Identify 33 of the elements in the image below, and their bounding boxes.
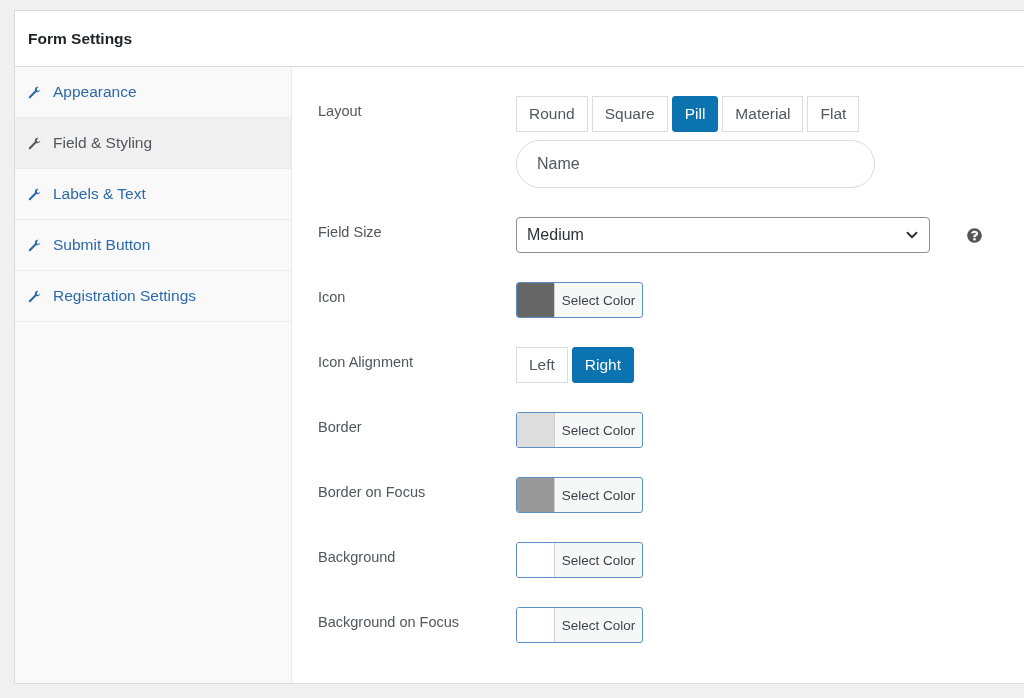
panel-title: Form Settings [28, 29, 133, 48]
option-button[interactable]: Left [516, 347, 568, 383]
setting-label: Background [318, 548, 397, 565]
wrench-icon [28, 289, 41, 303]
option-button[interactable]: Pill [671, 96, 719, 132]
color-picker-button[interactable]: Select Color [516, 412, 643, 448]
setting-label: Icon Alignment [318, 353, 415, 370]
color-picker-button[interactable]: Select Color [516, 477, 643, 513]
setting-label: Field Size [318, 223, 383, 240]
setting-label: Background on Focus [318, 613, 461, 630]
color-picker-button[interactable]: Select Color [516, 282, 643, 318]
sidebar-item[interactable]: Field & Styling [15, 118, 291, 169]
color-picker-button[interactable]: Select Color [516, 542, 643, 578]
field-size-dropdown[interactable]: Medium [516, 217, 930, 253]
wrench-icon [28, 238, 41, 252]
setting-label: Icon [318, 288, 347, 305]
sidebar-item[interactable]: Labels & Text [15, 169, 291, 220]
setting-label: Border on Focus [318, 483, 427, 500]
sidebar-item[interactable]: Submit Button [15, 220, 291, 271]
wrench-icon [28, 136, 41, 150]
option-button[interactable]: Square [591, 96, 668, 132]
setting-label: Layout [318, 102, 363, 119]
option-button[interactable]: Round [516, 96, 588, 132]
name-input-field[interactable]: Name [516, 140, 875, 188]
color-picker-button[interactable]: Select Color [516, 607, 643, 643]
wrench-icon [28, 85, 41, 99]
help-icon[interactable] [967, 227, 982, 243]
option-button[interactable]: Flat [807, 96, 860, 132]
setting-label: Border [318, 418, 363, 435]
sidebar-item[interactable]: Registration Settings [15, 271, 291, 322]
option-button[interactable]: Right [571, 347, 635, 383]
wrench-icon [28, 187, 41, 201]
option-button[interactable]: Material [722, 96, 804, 132]
